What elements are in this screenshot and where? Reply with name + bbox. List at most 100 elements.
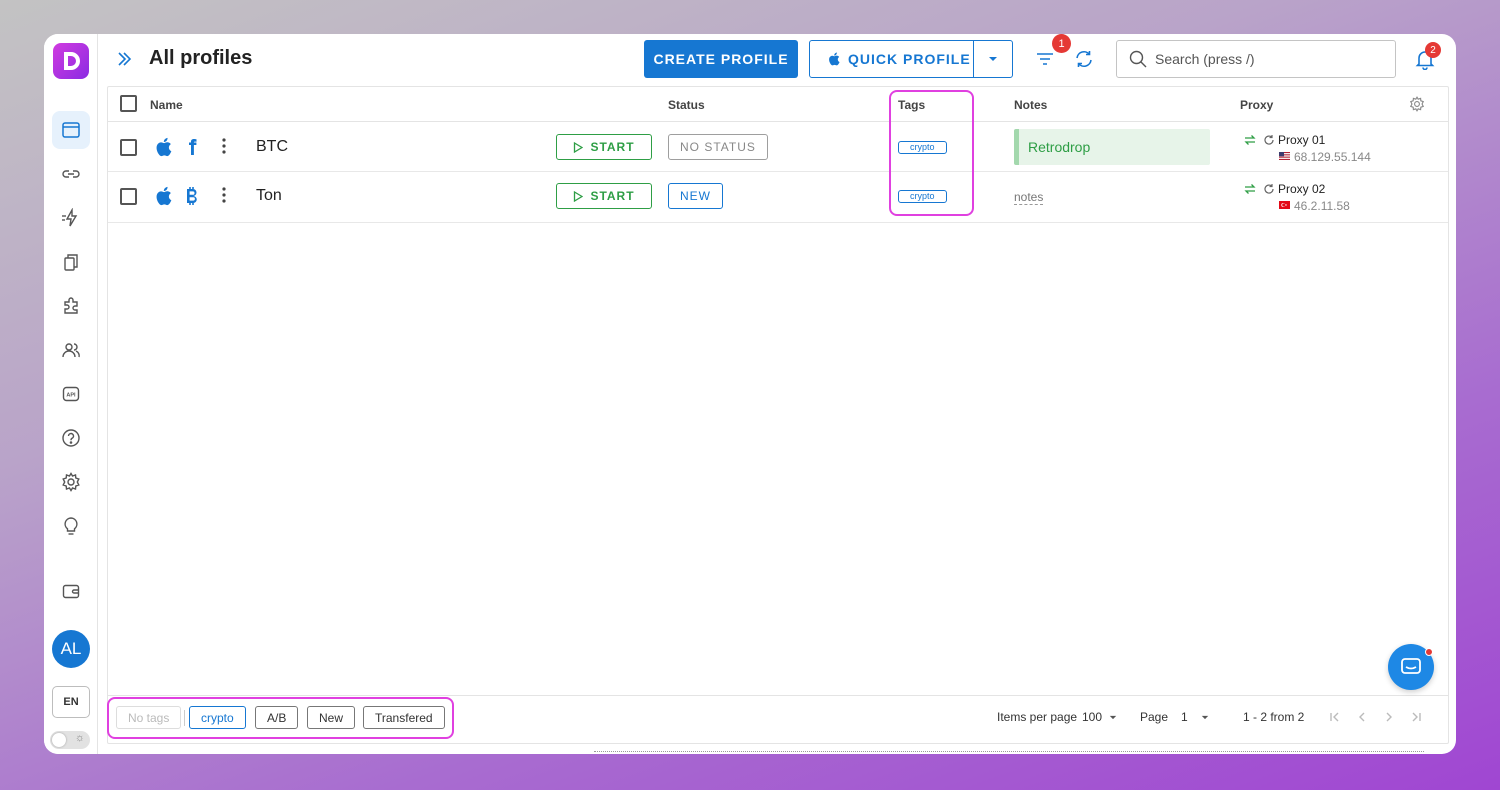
users-icon: [62, 343, 80, 358]
start-button[interactable]: START: [556, 134, 652, 160]
status-bar: [594, 750, 1424, 754]
row-checkbox[interactable]: [120, 188, 137, 205]
status-badge[interactable]: NEW: [668, 183, 723, 209]
items-per-page-label: Items per page: [997, 710, 1078, 724]
lightbulb-icon: [64, 517, 78, 535]
api-icon: API: [62, 386, 80, 402]
start-label: START: [590, 189, 635, 203]
search-box: [1116, 40, 1396, 78]
sidebar-item-wallet[interactable]: [52, 572, 90, 610]
sidebar-item-profiles[interactable]: [52, 111, 90, 149]
table-header: Name Status Tags Notes Proxy: [108, 87, 1448, 122]
filter-badge: 1: [1052, 34, 1071, 53]
apple-icon: [829, 52, 840, 66]
play-icon: [574, 190, 584, 202]
start-label: START: [590, 140, 635, 154]
proxy-name[interactable]: Proxy 01: [1278, 133, 1325, 147]
app-window: API AL EN ☼ All profiles CREATE PROFILE …: [44, 34, 1456, 754]
quick-profile-button-group: QUICK PROFILE: [809, 40, 1013, 78]
proxy-swap-icon[interactable]: [1244, 183, 1256, 195]
copy-icon: [64, 254, 78, 271]
refresh-icon[interactable]: [1073, 48, 1095, 70]
note-text[interactable]: Retrodrop: [1014, 129, 1210, 165]
filter-icon[interactable]: [1034, 48, 1056, 70]
column-settings-icon[interactable]: [1409, 96, 1425, 112]
table-row[interactable]: BTC START NO STATUS crypto Retrodrop Pro…: [108, 122, 1448, 172]
quick-profile-label: QUICK PROFILE: [848, 51, 971, 67]
sidebar-item-links[interactable]: [52, 155, 90, 193]
proxy-name[interactable]: Proxy 02: [1278, 182, 1325, 196]
table-row[interactable]: Ton START NEW crypto notes Proxy 02 46.2…: [108, 173, 1448, 223]
search-icon: [1129, 50, 1147, 68]
last-page-icon[interactable]: [1410, 711, 1422, 723]
us-flag-icon: [1279, 152, 1290, 160]
notification-badge: 2: [1425, 42, 1441, 58]
theme-toggle[interactable]: ☼: [50, 731, 90, 749]
profile-name[interactable]: Ton: [256, 187, 282, 205]
page-select[interactable]: 1: [1181, 710, 1188, 724]
f-icon: [189, 139, 197, 155]
toggle-knob: [52, 733, 66, 747]
browser-profiles-icon: [62, 122, 80, 138]
page-label: Page: [1140, 710, 1169, 724]
sidebar-item-copy[interactable]: [52, 243, 90, 281]
help-icon: [62, 429, 80, 447]
play-icon: [574, 141, 584, 153]
row-checkbox[interactable]: [120, 139, 137, 156]
sidebar-item-extensions[interactable]: [52, 287, 90, 325]
start-button[interactable]: START: [556, 183, 652, 209]
tags-highlight: [889, 90, 974, 216]
sidebar-item-automation[interactable]: [52, 199, 90, 237]
proxy-ip: 46.2.11.58: [1294, 199, 1350, 213]
column-proxy[interactable]: Proxy: [1240, 98, 1273, 112]
status-badge[interactable]: NO STATUS: [668, 134, 768, 160]
apple-icon: [156, 137, 172, 157]
more-options-icon[interactable]: [222, 138, 226, 154]
profile-name[interactable]: BTC: [256, 138, 288, 156]
page-range: 1 - 2 from 2: [1243, 710, 1305, 724]
tag-filters-highlight: [107, 697, 454, 739]
column-status[interactable]: Status: [668, 98, 705, 112]
puzzle-icon: [64, 297, 78, 314]
automation-icon: [62, 208, 78, 227]
sidebar-item-tips[interactable]: [52, 507, 90, 545]
footer-divider: [108, 695, 1448, 696]
quick-profile-button[interactable]: QUICK PROFILE: [810, 41, 975, 77]
chat-icon: [1401, 658, 1421, 674]
sidebar-item-team[interactable]: [52, 331, 90, 369]
search-input[interactable]: [1155, 51, 1375, 67]
chevron-down-icon[interactable]: [1109, 715, 1117, 720]
bitcoin-icon: [187, 187, 197, 205]
page-title: All profiles: [149, 47, 253, 69]
proxy-refresh-icon[interactable]: [1263, 134, 1275, 146]
sidebar-item-settings[interactable]: [52, 463, 90, 501]
sidebar-item-help[interactable]: [52, 419, 90, 457]
app-logo[interactable]: [53, 43, 89, 79]
wallet-icon: [62, 584, 80, 599]
svg-text:API: API: [66, 393, 76, 399]
proxy-swap-icon[interactable]: [1244, 134, 1256, 146]
column-notes[interactable]: Notes: [1014, 98, 1047, 112]
expand-sidebar-icon[interactable]: [116, 49, 132, 69]
sidebar-item-api[interactable]: API: [52, 375, 90, 413]
select-all-checkbox[interactable]: [120, 95, 137, 112]
create-profile-button[interactable]: CREATE PROFILE: [644, 40, 798, 78]
language-switcher[interactable]: EN: [52, 686, 90, 718]
quick-profile-dropdown[interactable]: [974, 41, 1012, 77]
note-text[interactable]: notes: [1014, 190, 1044, 205]
chat-notification-dot: [1425, 648, 1433, 656]
chevron-down-icon[interactable]: [1201, 715, 1209, 720]
column-name[interactable]: Name: [150, 98, 183, 112]
chevron-down-icon: [989, 57, 998, 61]
settings-icon: [62, 472, 80, 492]
next-page-icon[interactable]: [1383, 711, 1395, 723]
more-options-icon[interactable]: [222, 187, 226, 203]
avatar[interactable]: AL: [52, 630, 90, 668]
proxy-ip: 68.129.55.144: [1294, 150, 1371, 164]
proxy-refresh-icon[interactable]: [1263, 183, 1275, 195]
prev-page-icon[interactable]: [1356, 711, 1368, 723]
first-page-icon[interactable]: [1329, 711, 1341, 723]
items-per-page-select[interactable]: 100: [1082, 710, 1102, 724]
tr-flag-icon: [1279, 201, 1290, 209]
link-icon: [62, 170, 80, 178]
